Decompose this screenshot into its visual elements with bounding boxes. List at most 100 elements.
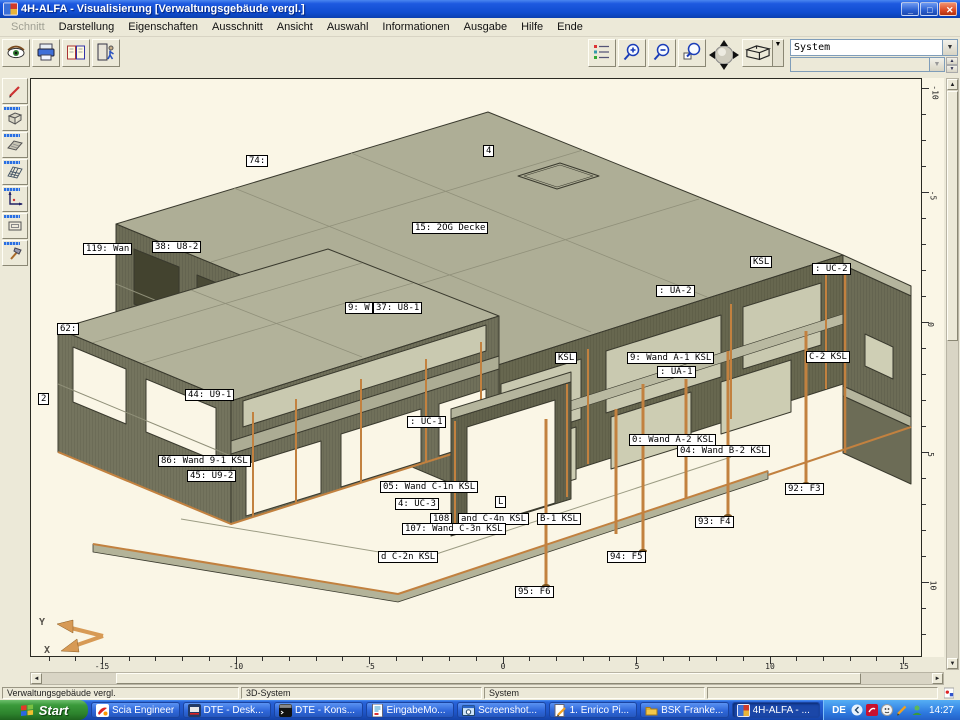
- start-button[interactable]: Start: [0, 700, 88, 720]
- secondary-combobox[interactable]: ▼: [790, 57, 945, 72]
- menu-item-ansicht[interactable]: Ansicht: [270, 19, 320, 35]
- view-3d-dropdown[interactable]: ▼: [772, 40, 783, 66]
- scroll-right-button[interactable]: ►: [932, 673, 943, 684]
- taskbar-task-eingabemo[interactable]: EingabeMo...: [366, 702, 455, 718]
- spinner-control[interactable]: ▲▼: [946, 57, 958, 72]
- axis-x-label: X: [44, 645, 50, 656]
- axes-tool-button[interactable]: [2, 186, 28, 212]
- element-label: 95: F6: [515, 586, 554, 598]
- edit-tool-button[interactable]: [2, 78, 28, 104]
- app-window: 4H-ALFA - Visualisierung [Verwaltungsgeb…: [0, 0, 960, 720]
- menu-item-eigenschaften[interactable]: Eigenschaften: [121, 19, 205, 35]
- box3d-icon: [6, 115, 24, 130]
- zoom-out-button[interactable]: [648, 39, 676, 67]
- scia-icon: [96, 704, 109, 717]
- menu-item-ende[interactable]: Ende: [550, 19, 590, 35]
- pan-button[interactable]: [708, 39, 740, 71]
- maximize-button[interactable]: □: [920, 2, 938, 16]
- element-label: KSL: [555, 352, 577, 364]
- taskbar-task-dte-kons[interactable]: DTE - Kons...: [274, 702, 363, 718]
- element-label: C-2 KSL: [806, 351, 850, 363]
- menu-item-hilfe[interactable]: Hilfe: [514, 19, 550, 35]
- work-area: Y X 74:415: 2OG Decke119: Wan38: U8-29: …: [0, 75, 960, 686]
- horizontal-ruler: -15-10-5051015: [30, 657, 922, 671]
- zoom-out-icon: [652, 42, 672, 65]
- ruler-tick-label: 10: [765, 662, 775, 671]
- toolbar-grip: [4, 215, 20, 218]
- toolbar-grip: [4, 134, 20, 137]
- display-options-button[interactable]: [588, 39, 616, 67]
- system-combobox[interactable]: System ▼: [790, 39, 958, 56]
- menu-item-ausschnitt[interactable]: Ausschnitt: [205, 19, 270, 35]
- close-button[interactable]: ✕: [939, 2, 957, 16]
- element-label: 93: F4: [695, 516, 734, 528]
- taskbar-task-bsk-franke[interactable]: BSK Franke...: [640, 702, 729, 718]
- view-3d-button[interactable]: ▼: [742, 39, 784, 67]
- dte-kons-icon: [279, 704, 292, 717]
- ruler-tick-label: -15: [95, 662, 109, 671]
- hammer-icon: [6, 250, 24, 265]
- system-combobox-value: System: [791, 42, 942, 53]
- taskbar-task-screenshot[interactable]: Screenshot...: [457, 702, 546, 718]
- red-app-tray-icon[interactable]: [866, 704, 878, 716]
- scroll-down-button[interactable]: ▼: [947, 658, 958, 669]
- axis-y-label: Y: [39, 617, 45, 628]
- agent-tray-icon[interactable]: [911, 704, 923, 716]
- taskbar-task-scia-engineer[interactable]: Scia Engineer: [91, 702, 180, 718]
- help-button[interactable]: [62, 39, 90, 67]
- solid-tool-button[interactable]: [2, 105, 28, 131]
- language-indicator[interactable]: DE: [832, 705, 846, 716]
- horizontal-scrollbar[interactable]: ◄ ►: [30, 672, 944, 685]
- secondary-combo-dropdown-icon[interactable]: ▼: [929, 58, 944, 71]
- menu-item-schnitt: Schnitt: [4, 19, 52, 35]
- ruler-tick-label: 10: [928, 581, 937, 591]
- ruler-tick-label: -10: [229, 662, 243, 671]
- menu-item-auswahl[interactable]: Auswahl: [320, 19, 376, 35]
- view-button[interactable]: [2, 39, 30, 67]
- toolbar-grip: [4, 161, 20, 164]
- taskbar: Start Scia EngineerDTE - Desk...DTE - Ko…: [0, 700, 960, 720]
- scroll-left-button[interactable]: ◄: [31, 673, 42, 684]
- horizontal-scroll-thumb[interactable]: [116, 673, 861, 684]
- menu-item-ausgabe[interactable]: Ausgabe: [457, 19, 514, 35]
- status-grip-icon: [940, 687, 958, 699]
- element-label: B-1 KSL: [537, 513, 581, 525]
- menu-item-darstellung[interactable]: Darstellung: [52, 19, 122, 35]
- drawing-canvas[interactable]: Y X 74:415: 2OG Decke119: Wan38: U8-29: …: [30, 78, 922, 657]
- element-label: 2: [38, 393, 49, 405]
- list-icon: [592, 42, 612, 65]
- exit-button[interactable]: [92, 39, 120, 67]
- zoom-in-icon: [622, 42, 642, 65]
- print-button[interactable]: [32, 39, 60, 67]
- side-toolbar: [0, 75, 30, 686]
- taskbar-task-4h-alfa[interactable]: 4H-ALFA - ...: [732, 702, 821, 718]
- dte-desk-icon: [188, 704, 201, 717]
- combo-dropdown-icon[interactable]: ▼: [942, 40, 957, 55]
- exit-door-icon: [96, 42, 116, 65]
- window-title: 4H-ALFA - Visualisierung [Verwaltungsgeb…: [21, 3, 901, 15]
- menu-item-informationen[interactable]: Informationen: [375, 19, 456, 35]
- pencil-tray-icon[interactable]: [896, 704, 908, 716]
- vertical-scroll-thumb[interactable]: [947, 91, 958, 341]
- ruler-tick-label: 5: [926, 452, 935, 457]
- taskbar-task-dte-desk[interactable]: DTE - Desk...: [183, 702, 272, 718]
- folder-icon: [645, 704, 658, 717]
- slab-tool-button[interactable]: [2, 132, 28, 158]
- tools-button[interactable]: [2, 240, 28, 266]
- element-label: 04: Wand B-2 KSL: [677, 445, 770, 457]
- axis-indicator: [57, 620, 103, 652]
- taskbar-task-1-enrico-pi[interactable]: 1. Enrico Pi...: [549, 702, 638, 718]
- chevron-left-icon[interactable]: [851, 704, 863, 716]
- minimize-button[interactable]: _: [901, 2, 919, 16]
- toolbar-grip: [4, 188, 20, 191]
- toolbar-grip: [4, 242, 20, 245]
- frame-tool-button[interactable]: [2, 213, 28, 239]
- zoom-in-button[interactable]: [618, 39, 646, 67]
- help-book-icon: [66, 42, 86, 65]
- zoom-window-button[interactable]: [678, 39, 706, 67]
- title-bar: 4H-ALFA - Visualisierung [Verwaltungsgeb…: [0, 0, 960, 18]
- scroll-up-button[interactable]: ▲: [947, 79, 958, 90]
- mesh-tool-button[interactable]: [2, 159, 28, 185]
- vertical-scrollbar[interactable]: ▲ ▼: [946, 78, 959, 670]
- messenger-tray-icon[interactable]: [881, 704, 893, 716]
